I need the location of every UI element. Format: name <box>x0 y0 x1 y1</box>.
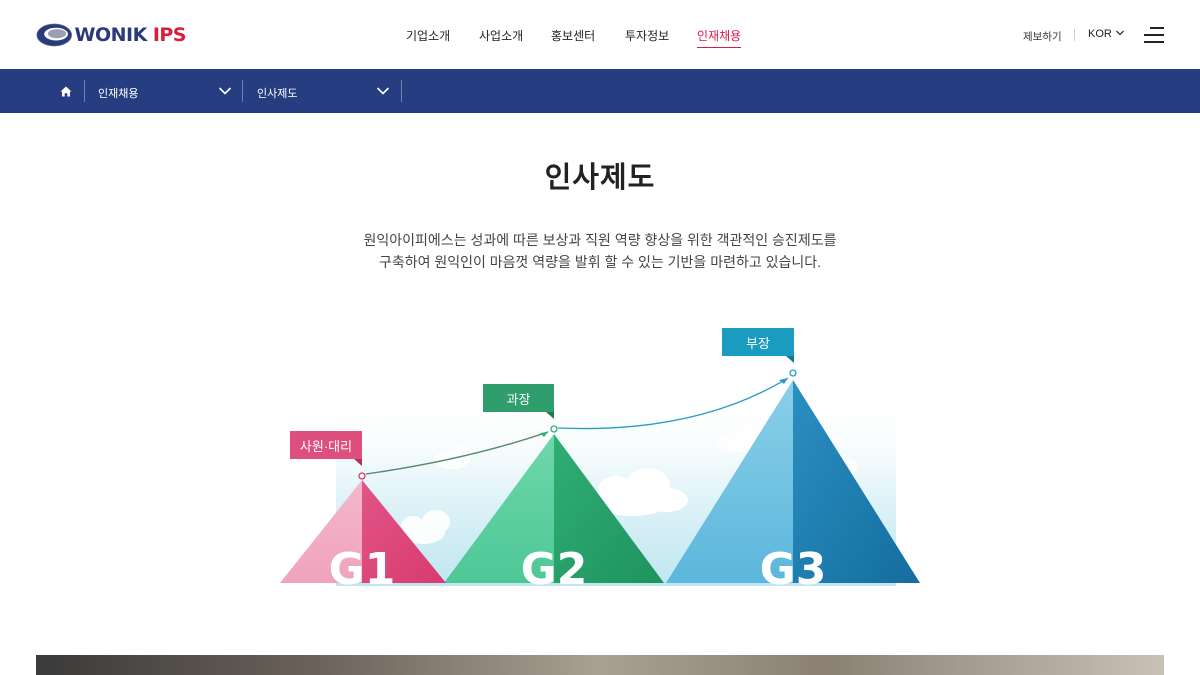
chevron-down-icon[interactable] <box>1115 27 1125 39</box>
page-description: 원익아이피에스는 성과에 따른 보상과 직원 역량 향상을 위한 객관적인 승진… <box>0 229 1200 273</box>
nav-item-pr-center[interactable]: 홍보센터 <box>551 27 595 44</box>
chevron-down-icon <box>376 87 390 95</box>
description-line: 구축하여 원익인이 마음껏 역량을 발휘 할 수 있는 기반을 마련하고 있습니… <box>378 254 822 270</box>
level-tag-general-manager: 부장 <box>722 328 794 363</box>
menu-line <box>1144 34 1164 36</box>
nav-item-investor[interactable]: 투자정보 <box>625 27 669 44</box>
peak-marker-icon <box>358 472 366 480</box>
grade-label-g2: G2 <box>521 544 588 586</box>
subnav-dropdown-page[interactable]: 인사제도 <box>243 69 401 113</box>
level-tag-staff: 사원·대리 <box>290 431 362 466</box>
grade-pyramids-illustration: G1 G2 G3 <box>280 369 920 595</box>
utility-divider <box>1074 29 1075 41</box>
language-selector[interactable]: KOR <box>1088 28 1112 40</box>
hamburger-menu-button[interactable] <box>1144 25 1164 45</box>
grade-label-g3: G3 <box>760 544 827 586</box>
nav-item-careers[interactable]: 인재채용 <box>697 27 742 48</box>
level-tag-label: 사원·대리 <box>299 438 353 454</box>
level-tag-label: 부장 <box>746 335 770 351</box>
sub-navigation-bar: 인재채용 인사제도 <box>0 69 1200 113</box>
level-tag-label: 과장 <box>506 391 531 407</box>
subnav-dropdown-category[interactable]: 인재채용 <box>84 69 242 113</box>
level-tag-manager: 과장 <box>483 384 554 419</box>
subnav-divider <box>401 80 402 102</box>
chevron-down-icon <box>218 87 232 95</box>
menu-line <box>1150 27 1164 29</box>
nav-item-business[interactable]: 사업소개 <box>479 27 523 44</box>
bottom-banner-image <box>36 655 1164 675</box>
nav-item-company[interactable]: 기업소개 <box>406 27 450 44</box>
grade-label-g1: G1 <box>329 544 396 586</box>
subnav-dropdown-page-label: 인사제도 <box>257 88 298 100</box>
home-icon <box>60 86 72 96</box>
peak-marker-icon <box>789 369 797 377</box>
promotion-grade-diagram: G1 G2 G3 사원·대리 과장 부장 <box>276 322 926 595</box>
report-link[interactable]: 제보하기 <box>1023 29 1062 44</box>
description-line: 원익아이피에스는 성과에 따른 보상과 직원 역량 향상을 위한 객관적인 승진… <box>363 232 837 248</box>
home-button[interactable] <box>48 69 84 113</box>
page-title: 인사제도 <box>544 162 656 194</box>
menu-line <box>1144 41 1164 43</box>
subnav-dropdown-category-label: 인재채용 <box>98 88 139 100</box>
site-header: WONIK IPS 기업소개 사업소개 홍보센터 투자정보 인재채용 제보하기 … <box>0 0 1200 69</box>
main-navigation: 기업소개 사업소개 홍보센터 투자정보 인재채용 <box>0 27 1200 48</box>
peak-marker-icon <box>550 425 558 433</box>
